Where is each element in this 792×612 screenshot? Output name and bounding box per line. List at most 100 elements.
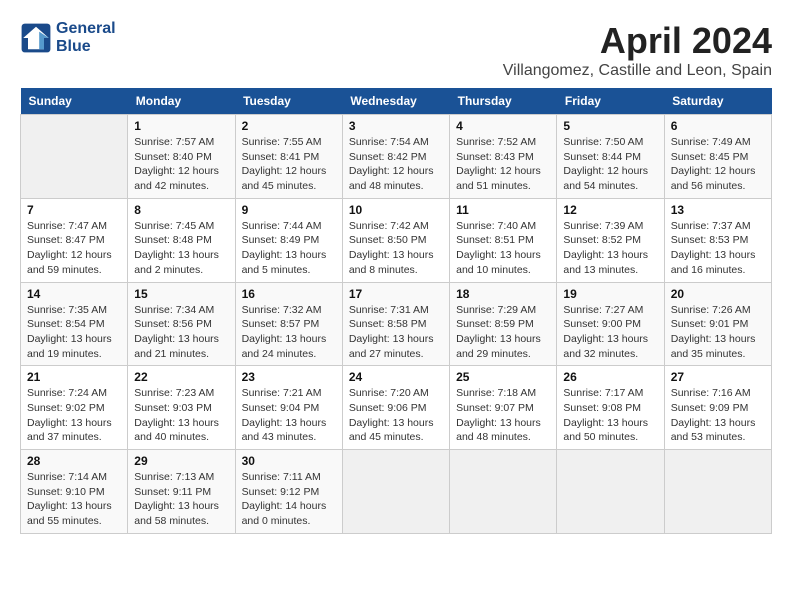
day-info: Sunrise: 7:17 AM Sunset: 9:08 PM Dayligh… (563, 386, 657, 445)
month-title: April 2024 (503, 20, 772, 62)
calendar-week-row: 7 Sunrise: 7:47 AM Sunset: 8:47 PM Daylig… (21, 198, 772, 282)
calendar-day-cell: 7 Sunrise: 7:47 AM Sunset: 8:47 PM Daylig… (21, 198, 128, 282)
calendar-day-cell: 4 Sunrise: 7:52 AM Sunset: 8:43 PM Daylig… (450, 115, 557, 199)
day-number: 8 (134, 203, 228, 217)
day-info: Sunrise: 7:11 AM Sunset: 9:12 PM Dayligh… (242, 470, 336, 529)
day-info: Sunrise: 7:44 AM Sunset: 8:49 PM Dayligh… (242, 219, 336, 278)
calendar-week-row: 1Sunrise: 7:57 AM Sunset: 8:40 PM Daylig… (21, 115, 772, 199)
day-info: Sunrise: 7:24 AM Sunset: 9:02 PM Dayligh… (27, 386, 121, 445)
day-info: Sunrise: 7:37 AM Sunset: 8:53 PM Dayligh… (671, 219, 765, 278)
calendar-day-cell: 27Sunrise: 7:16 AM Sunset: 9:09 PM Dayli… (664, 366, 771, 450)
day-number: 7 (27, 203, 121, 217)
day-number: 18 (456, 287, 550, 301)
calendar-day-cell: 17 Sunrise: 7:31 AM Sunset: 8:58 PM Dayli… (342, 282, 449, 366)
calendar-day-cell: 25 Sunrise: 7:18 AM Sunset: 9:07 PM Dayli… (450, 366, 557, 450)
logo-icon (20, 22, 52, 54)
calendar-day-cell (664, 450, 771, 534)
day-info: Sunrise: 7:20 AM Sunset: 9:06 PM Dayligh… (349, 386, 443, 445)
day-info: Sunrise: 7:47 AM Sunset: 8:47 PM Dayligh… (27, 219, 121, 278)
weekday-header-cell: Friday (557, 88, 664, 115)
calendar-day-cell: 26 Sunrise: 7:17 AM Sunset: 9:08 PM Dayli… (557, 366, 664, 450)
day-number: 26 (563, 370, 657, 384)
calendar-body: 1Sunrise: 7:57 AM Sunset: 8:40 PM Daylig… (21, 115, 772, 534)
day-number: 17 (349, 287, 443, 301)
day-number: 15 (134, 287, 228, 301)
day-info: Sunrise: 7:52 AM Sunset: 8:43 PM Dayligh… (456, 135, 550, 194)
calendar-day-cell: 5 Sunrise: 7:50 AM Sunset: 8:44 PM Daylig… (557, 115, 664, 199)
weekday-header-cell: Monday (128, 88, 235, 115)
day-info: Sunrise: 7:16 AM Sunset: 9:09 PM Dayligh… (671, 386, 765, 445)
calendar-day-cell (342, 450, 449, 534)
day-info: Sunrise: 7:18 AM Sunset: 9:07 PM Dayligh… (456, 386, 550, 445)
day-number: 30 (242, 454, 336, 468)
weekday-header-cell: Wednesday (342, 88, 449, 115)
day-info: Sunrise: 7:31 AM Sunset: 8:58 PM Dayligh… (349, 303, 443, 362)
day-info: Sunrise: 7:42 AM Sunset: 8:50 PM Dayligh… (349, 219, 443, 278)
logo: General Blue (20, 20, 116, 56)
calendar-day-cell: 24 Sunrise: 7:20 AM Sunset: 9:06 PM Dayli… (342, 366, 449, 450)
calendar-day-cell: 18 Sunrise: 7:29 AM Sunset: 8:59 PM Dayli… (450, 282, 557, 366)
day-number: 2 (242, 119, 336, 133)
day-info: Sunrise: 7:13 AM Sunset: 9:11 PM Dayligh… (134, 470, 228, 529)
day-number: 14 (27, 287, 121, 301)
calendar-day-cell: 15 Sunrise: 7:34 AM Sunset: 8:56 PM Dayli… (128, 282, 235, 366)
day-info: Sunrise: 7:34 AM Sunset: 8:56 PM Dayligh… (134, 303, 228, 362)
calendar-day-cell: 28Sunrise: 7:14 AM Sunset: 9:10 PM Dayli… (21, 450, 128, 534)
day-number: 5 (563, 119, 657, 133)
day-info: Sunrise: 7:27 AM Sunset: 9:00 PM Dayligh… (563, 303, 657, 362)
calendar-day-cell: 22 Sunrise: 7:23 AM Sunset: 9:03 PM Dayli… (128, 366, 235, 450)
day-number: 24 (349, 370, 443, 384)
day-number: 1 (134, 119, 228, 133)
day-info: Sunrise: 7:50 AM Sunset: 8:44 PM Dayligh… (563, 135, 657, 194)
day-number: 3 (349, 119, 443, 133)
day-info: Sunrise: 7:29 AM Sunset: 8:59 PM Dayligh… (456, 303, 550, 362)
weekday-header-cell: Sunday (21, 88, 128, 115)
day-number: 13 (671, 203, 765, 217)
day-number: 16 (242, 287, 336, 301)
calendar-day-cell: 10Sunrise: 7:42 AM Sunset: 8:50 PM Dayli… (342, 198, 449, 282)
page-header: General Blue April 2024 Villangomez, Cas… (20, 20, 772, 80)
calendar-day-cell: 6 Sunrise: 7:49 AM Sunset: 8:45 PM Daylig… (664, 115, 771, 199)
weekday-header-cell: Tuesday (235, 88, 342, 115)
calendar-table: SundayMondayTuesdayWednesdayThursdayFrid… (20, 88, 772, 534)
calendar-day-cell: 3Sunrise: 7:54 AM Sunset: 8:42 PM Daylig… (342, 115, 449, 199)
calendar-week-row: 28Sunrise: 7:14 AM Sunset: 9:10 PM Dayli… (21, 450, 772, 534)
day-info: Sunrise: 7:32 AM Sunset: 8:57 PM Dayligh… (242, 303, 336, 362)
calendar-day-cell: 19Sunrise: 7:27 AM Sunset: 9:00 PM Dayli… (557, 282, 664, 366)
calendar-day-cell: 12Sunrise: 7:39 AM Sunset: 8:52 PM Dayli… (557, 198, 664, 282)
day-info: Sunrise: 7:49 AM Sunset: 8:45 PM Dayligh… (671, 135, 765, 194)
calendar-day-cell: 9 Sunrise: 7:44 AM Sunset: 8:49 PM Daylig… (235, 198, 342, 282)
calendar-day-cell: 23 Sunrise: 7:21 AM Sunset: 9:04 PM Dayli… (235, 366, 342, 450)
calendar-day-cell: 29 Sunrise: 7:13 AM Sunset: 9:11 PM Dayli… (128, 450, 235, 534)
day-number: 11 (456, 203, 550, 217)
calendar-day-cell: 16 Sunrise: 7:32 AM Sunset: 8:57 PM Dayli… (235, 282, 342, 366)
day-info: Sunrise: 7:23 AM Sunset: 9:03 PM Dayligh… (134, 386, 228, 445)
day-number: 25 (456, 370, 550, 384)
day-number: 4 (456, 119, 550, 133)
day-number: 23 (242, 370, 336, 384)
day-number: 6 (671, 119, 765, 133)
day-number: 20 (671, 287, 765, 301)
day-number: 9 (242, 203, 336, 217)
calendar-week-row: 21 Sunrise: 7:24 AM Sunset: 9:02 PM Dayli… (21, 366, 772, 450)
calendar-day-cell (21, 115, 128, 199)
calendar-day-cell: 8 Sunrise: 7:45 AM Sunset: 8:48 PM Daylig… (128, 198, 235, 282)
day-number: 22 (134, 370, 228, 384)
day-info: Sunrise: 7:40 AM Sunset: 8:51 PM Dayligh… (456, 219, 550, 278)
calendar-day-cell (450, 450, 557, 534)
day-number: 21 (27, 370, 121, 384)
weekday-header-row: SundayMondayTuesdayWednesdayThursdayFrid… (21, 88, 772, 115)
calendar-day-cell: 30 Sunrise: 7:11 AM Sunset: 9:12 PM Dayli… (235, 450, 342, 534)
day-info: Sunrise: 7:55 AM Sunset: 8:41 PM Dayligh… (242, 135, 336, 194)
day-info: Sunrise: 7:21 AM Sunset: 9:04 PM Dayligh… (242, 386, 336, 445)
title-block: April 2024 Villangomez, Castille and Leo… (503, 20, 772, 80)
calendar-day-cell: 2 Sunrise: 7:55 AM Sunset: 8:41 PM Daylig… (235, 115, 342, 199)
day-info: Sunrise: 7:26 AM Sunset: 9:01 PM Dayligh… (671, 303, 765, 362)
day-number: 29 (134, 454, 228, 468)
location-subtitle: Villangomez, Castille and Leon, Spain (503, 62, 772, 80)
day-info: Sunrise: 7:45 AM Sunset: 8:48 PM Dayligh… (134, 219, 228, 278)
calendar-day-cell: 1Sunrise: 7:57 AM Sunset: 8:40 PM Daylig… (128, 115, 235, 199)
calendar-day-cell: 11 Sunrise: 7:40 AM Sunset: 8:51 PM Dayli… (450, 198, 557, 282)
day-info: Sunrise: 7:14 AM Sunset: 9:10 PM Dayligh… (27, 470, 121, 529)
day-info: Sunrise: 7:35 AM Sunset: 8:54 PM Dayligh… (27, 303, 121, 362)
